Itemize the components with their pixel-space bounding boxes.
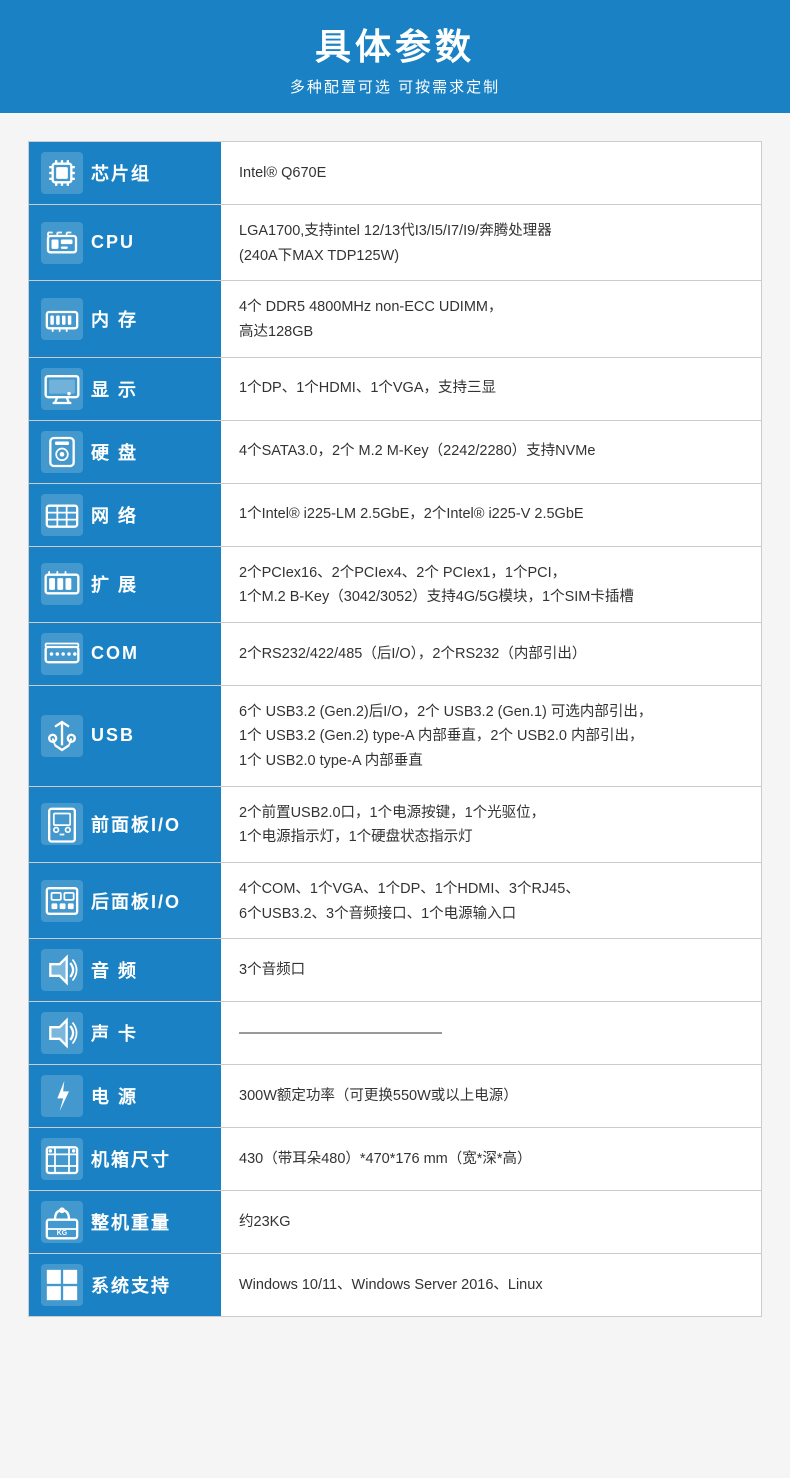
label-text-audio: 音 频 — [91, 957, 138, 983]
row-front-io: 前面板I/O 2个前置USB2.0口，1个电源按键，1个光驱位，1个电源指示灯，… — [29, 787, 761, 863]
row-chipset: 芯片组 Intel® Q670E — [29, 142, 761, 205]
svg-text:KG: KG — [57, 1230, 68, 1237]
value-display: 1个DP、1个HDMI、1个VGA，支持三显 — [221, 358, 761, 420]
row-rear-io: 后面板I/O 4个COM、1个VGA、1个DP、1个HDMI、3个RJ45、6个… — [29, 863, 761, 939]
value-com: 2个RS232/422/485（后I/O），2个RS232（内部引出） — [221, 623, 761, 685]
row-storage: 硬 盘 4个SATA3.0，2个 M.2 M-Key（2242/2280）支持N… — [29, 421, 761, 484]
label-text-weight: 整机重量 — [91, 1209, 171, 1235]
row-audio: 音 频 3个音频口 — [29, 939, 761, 1002]
memory-icon — [41, 298, 83, 340]
label-rear-io: 后面板I/O — [29, 863, 221, 938]
label-text-power: 电 源 — [91, 1083, 138, 1109]
value-weight: 约23KG — [221, 1191, 761, 1253]
row-memory: 内 存 4个 DDR5 4800MHz non-ECC UDIMM，高达128G… — [29, 281, 761, 357]
row-weight: KG 整机重量 约23KG — [29, 1191, 761, 1254]
label-usb: USB — [29, 686, 221, 786]
value-rear-io: 4个COM、1个VGA、1个DP、1个HDMI、3个RJ45、6个USB3.2、… — [221, 863, 761, 938]
label-text-cpu: CPU — [91, 232, 135, 253]
row-usb: USB 6个 USB3.2 (Gen.2)后I/O，2个 USB3.2 (Gen… — [29, 686, 761, 787]
label-text-memory: 内 存 — [91, 306, 138, 332]
label-audio: 音 频 — [29, 939, 221, 1001]
row-soundcard: 声 卡 —————————————— — [29, 1002, 761, 1065]
label-text-display: 显 示 — [91, 376, 138, 402]
row-cpu: CPU LGA1700,支持intel 12/13代I3/I5/I7/I9/奔腾… — [29, 205, 761, 281]
row-com: COM 2个RS232/422/485（后I/O），2个RS232（内部引出） — [29, 623, 761, 686]
label-text-chassis: 机箱尺寸 — [91, 1146, 171, 1172]
spec-table: 芯片组 Intel® Q670E CPU LGA1700,支持intel 12/… — [28, 141, 762, 1317]
label-chipset: 芯片组 — [29, 142, 221, 204]
value-soundcard: —————————————— — [221, 1002, 761, 1064]
storage-icon — [41, 431, 83, 473]
rear-io-icon — [41, 880, 83, 922]
expansion-icon — [41, 563, 83, 605]
label-text-front-io: 前面板I/O — [91, 811, 181, 837]
label-text-rear-io: 后面板I/O — [91, 888, 181, 914]
cpu-icon — [41, 222, 83, 264]
label-cpu: CPU — [29, 205, 221, 280]
label-display: 显 示 — [29, 358, 221, 420]
label-text-usb: USB — [91, 725, 135, 746]
label-os: 系统支持 — [29, 1254, 221, 1316]
label-text-com: COM — [91, 643, 139, 664]
label-text-expansion: 扩 展 — [91, 571, 138, 597]
label-storage: 硬 盘 — [29, 421, 221, 483]
label-network: 网 络 — [29, 484, 221, 546]
label-text-storage: 硬 盘 — [91, 439, 138, 465]
value-chassis: 430（带耳朵480）*470*176 mm（宽*深*高） — [221, 1128, 761, 1190]
chassis-icon — [41, 1138, 83, 1180]
row-network: 网 络 1个Intel® i225-LM 2.5GbE，2个Intel® i22… — [29, 484, 761, 547]
label-text-chipset: 芯片组 — [91, 160, 151, 186]
row-display: 显 示 1个DP、1个HDMI、1个VGA，支持三显 — [29, 358, 761, 421]
row-power: 电 源 300W额定功率（可更换550W或以上电源） — [29, 1065, 761, 1128]
label-front-io: 前面板I/O — [29, 787, 221, 862]
label-power: 电 源 — [29, 1065, 221, 1127]
front-io-icon — [41, 803, 83, 845]
com-icon — [41, 633, 83, 675]
soundcard-icon — [41, 1012, 83, 1054]
label-text-soundcard: 声 卡 — [91, 1020, 138, 1046]
value-network: 1个Intel® i225-LM 2.5GbE，2个Intel® i225-V … — [221, 484, 761, 546]
label-expansion: 扩 展 — [29, 547, 221, 622]
row-expansion: 扩 展 2个PCIex16、2个PCIex4、2个 PCIex1，1个PCI，1… — [29, 547, 761, 623]
display-icon — [41, 368, 83, 410]
label-com: COM — [29, 623, 221, 685]
label-weight: KG 整机重量 — [29, 1191, 221, 1253]
audio-icon — [41, 949, 83, 991]
label-memory: 内 存 — [29, 281, 221, 356]
header: 具体参数 多种配置可选 可按需求定制 — [0, 0, 790, 113]
row-chassis: 机箱尺寸 430（带耳朵480）*470*176 mm（宽*深*高） — [29, 1128, 761, 1191]
value-usb: 6个 USB3.2 (Gen.2)后I/O，2个 USB3.2 (Gen.1) … — [221, 686, 761, 786]
network-icon — [41, 494, 83, 536]
os-icon — [41, 1264, 83, 1306]
label-chassis: 机箱尺寸 — [29, 1128, 221, 1190]
weight-icon: KG — [41, 1201, 83, 1243]
page-title: 具体参数 — [0, 18, 790, 70]
value-power: 300W额定功率（可更换550W或以上电源） — [221, 1065, 761, 1127]
value-chipset: Intel® Q670E — [221, 142, 761, 204]
value-storage: 4个SATA3.0，2个 M.2 M-Key（2242/2280）支持NVMe — [221, 421, 761, 483]
page-subtitle: 多种配置可选 可按需求定制 — [0, 76, 790, 97]
label-soundcard: 声 卡 — [29, 1002, 221, 1064]
chip-icon — [41, 152, 83, 194]
value-cpu: LGA1700,支持intel 12/13代I3/I5/I7/I9/奔腾处理器(… — [221, 205, 761, 280]
power-icon — [41, 1075, 83, 1117]
value-audio: 3个音频口 — [221, 939, 761, 1001]
label-text-network: 网 络 — [91, 502, 138, 528]
usb-icon — [41, 715, 83, 757]
value-os: Windows 10/11、Windows Server 2016、Linux — [221, 1254, 761, 1316]
value-expansion: 2个PCIex16、2个PCIex4、2个 PCIex1，1个PCI，1个M.2… — [221, 547, 761, 622]
label-text-os: 系统支持 — [91, 1272, 171, 1298]
value-memory: 4个 DDR5 4800MHz non-ECC UDIMM，高达128GB — [221, 281, 761, 356]
row-os: 系统支持 Windows 10/11、Windows Server 2016、L… — [29, 1254, 761, 1317]
value-front-io: 2个前置USB2.0口，1个电源按键，1个光驱位，1个电源指示灯，1个硬盘状态指… — [221, 787, 761, 862]
